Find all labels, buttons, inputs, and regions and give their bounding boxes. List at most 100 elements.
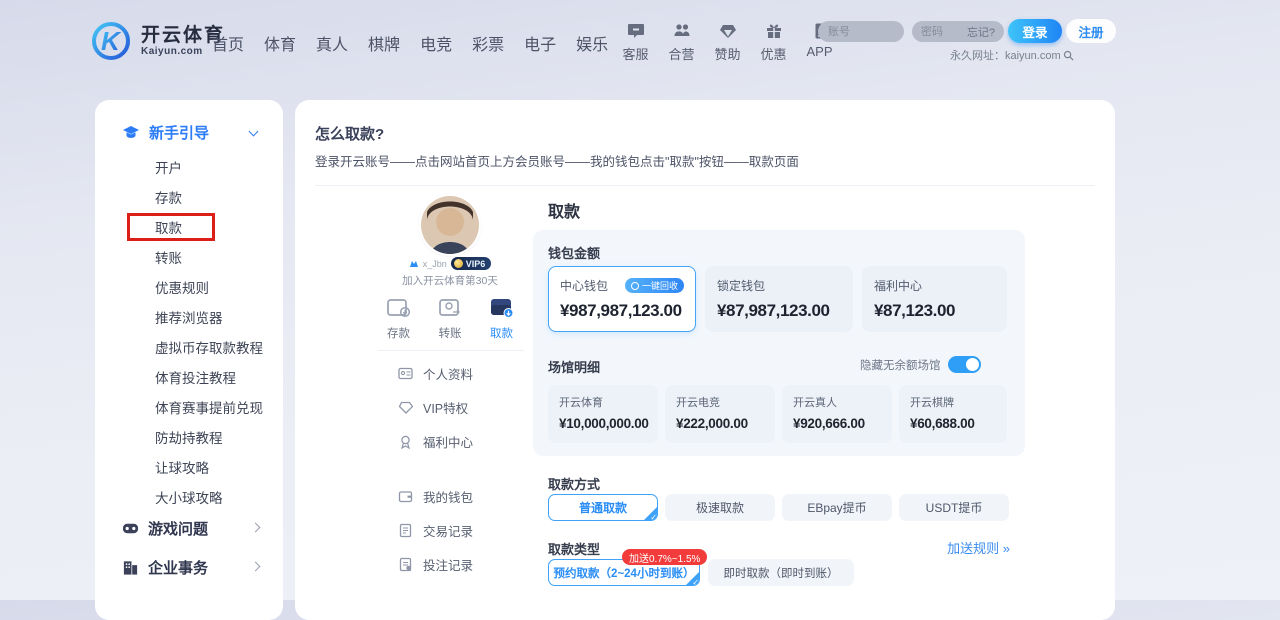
profile-menu-label: 交易记录 bbox=[423, 521, 473, 540]
nav-item-home[interactable]: 首页 bbox=[212, 31, 244, 55]
nav-item-chess[interactable]: 棋牌 bbox=[368, 31, 400, 55]
header-icon-menu: 客服 合营 赞助 优惠 APP bbox=[616, 22, 839, 63]
method-usdt[interactable]: USDT提币 bbox=[899, 494, 1009, 521]
login-button[interactable]: 登录 bbox=[1008, 19, 1062, 43]
divider bbox=[378, 350, 524, 351]
nav-item-slots[interactable]: 电子 bbox=[524, 31, 556, 55]
avatar bbox=[421, 196, 479, 254]
quick-action-label: 转账 bbox=[439, 325, 462, 341]
quick-action-withdraw[interactable]: 取款 bbox=[489, 297, 514, 341]
nav-item-esports[interactable]: 电竞 bbox=[420, 31, 452, 55]
recycle-icon bbox=[631, 282, 639, 290]
profile-menu-vip[interactable]: VIP特权 bbox=[398, 398, 468, 417]
sponsor-button[interactable]: 赞助 bbox=[708, 22, 747, 63]
profile-menu-personal-info[interactable]: 个人资料 bbox=[398, 364, 473, 383]
venue-amount: ¥10,000,000.00 bbox=[559, 416, 647, 431]
method-fast-withdraw[interactable]: 极速取款 bbox=[665, 494, 775, 521]
promotions-button[interactable]: 优惠 bbox=[754, 22, 793, 63]
wallet-card-welfare[interactable]: 福利中心 ¥87,123.00 bbox=[862, 266, 1007, 332]
wallet-card-central[interactable]: 中心钱包 一键回收 ¥987,987,123.00 bbox=[548, 266, 696, 332]
forgot-password-link[interactable]: 忘记? bbox=[967, 24, 995, 40]
sidebar-section-beginner-guide[interactable]: 新手引导 bbox=[122, 122, 209, 143]
sidebar-item-sports-betting-tutorial[interactable]: 体育投注教程 bbox=[155, 362, 263, 392]
venue-section-label: 场馆明细 bbox=[548, 357, 600, 376]
account-input[interactable] bbox=[818, 21, 904, 42]
type-instant-withdraw[interactable]: 即时取款（即时到账） bbox=[708, 559, 854, 586]
icon-menu-label: 赞助 bbox=[714, 44, 740, 63]
site-logo[interactable]: K 开云体育 Kaiyun.com bbox=[88, 20, 225, 62]
password-input[interactable] bbox=[921, 26, 964, 38]
quick-action-label: 存款 bbox=[387, 325, 410, 341]
sidebar-section-game-issues[interactable]: 游戏问题 bbox=[122, 518, 208, 539]
sidebar-item-open-account[interactable]: 开户 bbox=[155, 152, 263, 182]
hide-empty-venues-toggle[interactable] bbox=[948, 356, 981, 373]
partnership-button[interactable]: 合营 bbox=[662, 22, 701, 63]
venue-amount: ¥222,000.00 bbox=[676, 416, 764, 431]
bet-record-icon bbox=[398, 557, 413, 572]
sidebar-item-over-under-guide[interactable]: 大小球攻略 bbox=[155, 482, 263, 512]
withdraw-method-options: 普通取款 ✓ 极速取款 EBpay提币 USDT提币 bbox=[548, 494, 1009, 521]
venue-card-chess[interactable]: 开云棋牌 ¥60,688.00 bbox=[899, 385, 1007, 443]
profile-menu-transaction-records[interactable]: 交易记录 bbox=[398, 521, 473, 540]
quick-actions: 存款 转账 取款 bbox=[386, 297, 514, 341]
sidebar-item-deposit[interactable]: 存款 bbox=[155, 182, 263, 212]
method-normal-withdraw[interactable]: 普通取款 ✓ bbox=[548, 494, 658, 521]
wallet-card-label: 中心钱包 bbox=[560, 277, 608, 294]
diamond-icon bbox=[719, 22, 737, 40]
profile-menu-welfare[interactable]: 福利中心 bbox=[398, 432, 473, 451]
nav-item-live[interactable]: 真人 bbox=[316, 31, 348, 55]
venue-label: 开云棋牌 bbox=[910, 394, 996, 410]
one-key-recycle-button[interactable]: 一键回收 bbox=[625, 278, 684, 293]
sidebar-section-corporate[interactable]: 企业事务 bbox=[122, 557, 208, 578]
people-icon bbox=[673, 22, 691, 40]
sidebar-item-list: 开户 存款 取款 转账 优惠规则 推荐浏览器 虚拟币存取款教程 体育投注教程 体… bbox=[155, 152, 263, 512]
withdraw-highlight-box bbox=[127, 213, 215, 241]
wallet-card-amount: ¥87,123.00 bbox=[874, 301, 995, 321]
permanent-url-text: 永久网址：kaiyun.com bbox=[950, 47, 1061, 63]
permanent-url[interactable]: 永久网址：kaiyun.com bbox=[950, 47, 1074, 63]
icon-menu-label: 优惠 bbox=[760, 44, 786, 63]
username: x_Jbn bbox=[423, 259, 447, 269]
main-nav: 首页 体育 真人 棋牌 电竞 彩票 电子 娱乐 bbox=[212, 31, 608, 55]
profile-menu-bet-records[interactable]: 投注记录 bbox=[398, 555, 473, 574]
sidebar-item-browser[interactable]: 推荐浏览器 bbox=[155, 302, 263, 332]
sidebar-item-handicap-guide[interactable]: 让球攻略 bbox=[155, 452, 263, 482]
profile-menu-my-wallet[interactable]: 我的钱包 bbox=[398, 487, 473, 506]
quick-action-transfer[interactable]: 转账 bbox=[438, 297, 463, 341]
icon-menu-label: 合营 bbox=[668, 44, 694, 63]
quick-action-deposit[interactable]: 存款 bbox=[386, 297, 411, 341]
venue-card-sports[interactable]: 开云体育 ¥10,000,000.00 bbox=[548, 385, 658, 443]
sidebar-item-promo-rules[interactable]: 优惠规则 bbox=[155, 272, 263, 302]
nav-item-sports[interactable]: 体育 bbox=[264, 31, 296, 55]
nav-item-entertainment[interactable]: 娱乐 bbox=[576, 31, 608, 55]
customer-service-button[interactable]: 客服 bbox=[616, 22, 655, 63]
sidebar-section-label: 新手引导 bbox=[149, 122, 209, 143]
withdraw-wallet-icon bbox=[489, 297, 514, 319]
wallet-card-locked[interactable]: 锁定钱包 ¥87,987,123.00 bbox=[705, 266, 853, 332]
bonus-rule-link[interactable]: 加送规则 » bbox=[935, 538, 1010, 557]
register-button[interactable]: 注册 bbox=[1066, 19, 1116, 43]
recycle-label: 一键回收 bbox=[642, 279, 678, 292]
venue-card-esports[interactable]: 开云电竞 ¥222,000.00 bbox=[665, 385, 775, 443]
venue-label: 开云体育 bbox=[559, 394, 647, 410]
sidebar-item-transfer[interactable]: 转账 bbox=[155, 242, 263, 272]
withdraw-type-label: 取款类型 bbox=[548, 539, 600, 558]
sidebar-item-early-cashout[interactable]: 体育赛事提前兑现 bbox=[155, 392, 263, 422]
sidebar-item-crypto-tutorial[interactable]: 虚拟币存取款教程 bbox=[155, 332, 263, 362]
gift-icon bbox=[765, 22, 783, 40]
wallet-card-amount: ¥87,987,123.00 bbox=[717, 301, 841, 321]
nav-item-lottery[interactable]: 彩票 bbox=[472, 31, 504, 55]
divider bbox=[315, 185, 1095, 186]
graduation-cap-icon bbox=[122, 125, 140, 140]
type-label: 预约取款（2~24小时到账） bbox=[554, 565, 695, 581]
wallet-cards: 中心钱包 一键回收 ¥987,987,123.00 锁定钱包 ¥87,987,1… bbox=[548, 266, 1007, 332]
profile-menu-label: 投注记录 bbox=[423, 555, 473, 574]
sidebar-item-anti-hijack[interactable]: 防劫持教程 bbox=[155, 422, 263, 452]
method-ebpay[interactable]: EBpay提币 bbox=[782, 494, 892, 521]
venue-card-live[interactable]: 开云真人 ¥920,666.00 bbox=[782, 385, 892, 443]
profile-menu-label: 我的钱包 bbox=[423, 487, 473, 506]
gamepad-icon bbox=[122, 521, 139, 536]
password-field[interactable]: 忘记? bbox=[912, 21, 1004, 42]
profile-menu-label: 福利中心 bbox=[423, 432, 473, 451]
withdraw-panel-title: 取款 bbox=[548, 198, 580, 222]
